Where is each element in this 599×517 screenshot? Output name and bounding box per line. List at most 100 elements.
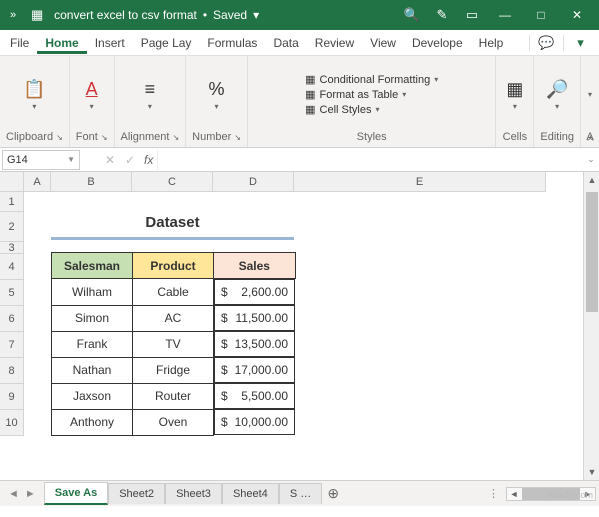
row-header[interactable]: 7 bbox=[0, 332, 24, 358]
dialog-launcher-icon[interactable]: ↘ bbox=[234, 133, 241, 142]
col-header-c[interactable]: C bbox=[132, 172, 213, 192]
row-header[interactable]: 4 bbox=[0, 254, 24, 280]
group-label-styles: Styles bbox=[357, 131, 387, 143]
group-label-cells: Cells bbox=[503, 131, 527, 143]
comments-button[interactable]: 💬 bbox=[529, 35, 563, 51]
close-button[interactable]: ✕ bbox=[559, 8, 595, 22]
select-all-corner[interactable] bbox=[0, 172, 24, 192]
menu-review[interactable]: Review bbox=[307, 32, 362, 54]
ribbon-more-icon[interactable]: ▾ bbox=[563, 35, 597, 51]
row-header[interactable]: 8 bbox=[0, 358, 24, 384]
scroll-down-icon[interactable]: ▼ bbox=[584, 464, 599, 480]
ribbon-group-alignment: ≡▾ Alignment↘ bbox=[115, 56, 187, 147]
row-header[interactable]: 2 bbox=[0, 212, 24, 242]
alignment-button[interactable]: ≡▾ bbox=[141, 77, 160, 113]
vertical-scrollbar[interactable]: ▲ ▼ bbox=[583, 172, 599, 480]
row-header[interactable]: 1 bbox=[0, 192, 24, 212]
col-header-b[interactable]: B bbox=[51, 172, 132, 192]
menu-page-layout[interactable]: Page Lay bbox=[133, 32, 200, 54]
table-row: AnthonyOven$10,000.00 bbox=[52, 409, 296, 435]
row-header[interactable]: 5 bbox=[0, 280, 24, 306]
table-row: JaxsonRouter$5,500.00 bbox=[52, 383, 296, 409]
ribbon-group-clipboard: 📋▾ Clipboard↘ bbox=[0, 56, 70, 147]
col-header-e[interactable]: E bbox=[294, 172, 546, 192]
dialog-launcher-icon[interactable]: ↘ bbox=[101, 133, 108, 142]
data-table: Salesman Product Sales WilhamCable$2,600… bbox=[51, 252, 296, 436]
menu-data[interactable]: Data bbox=[265, 32, 306, 54]
sheet-tab-overflow[interactable]: S … bbox=[279, 483, 322, 504]
table-row: NathanFridge$17,000.00 bbox=[52, 357, 296, 383]
enter-formula-icon[interactable]: ✓ bbox=[120, 153, 140, 167]
sheet-tab-sheet4[interactable]: Sheet4 bbox=[222, 483, 279, 504]
row-header[interactable]: 10 bbox=[0, 410, 24, 436]
formula-bar-row: G14▼ ✕ ✓ fx ⌄ bbox=[0, 148, 599, 172]
menu-home[interactable]: Home bbox=[37, 32, 86, 54]
menu-view[interactable]: View bbox=[362, 32, 404, 54]
new-sheet-button[interactable]: ⊕ bbox=[322, 485, 344, 502]
scroll-up-icon[interactable]: ▲ bbox=[584, 172, 599, 188]
table-row: SimonAC$11,500.00 bbox=[52, 305, 296, 331]
col-header-d[interactable]: D bbox=[213, 172, 294, 192]
fx-label[interactable]: fx bbox=[140, 153, 157, 167]
group-label-alignment: Alignment bbox=[121, 131, 170, 143]
ribbon-display-icon[interactable]: ▭ bbox=[457, 7, 487, 23]
menu-formulas[interactable]: Formulas bbox=[199, 32, 265, 54]
tab-nav-prev-icon[interactable]: ◄ bbox=[8, 488, 19, 500]
scrollbar-thumb[interactable] bbox=[586, 192, 598, 312]
dialog-launcher-icon[interactable]: ↘ bbox=[172, 133, 179, 142]
col-header-a[interactable]: A bbox=[24, 172, 51, 192]
excel-app-icon: ▦ bbox=[22, 7, 52, 23]
sheet-tab-save-as[interactable]: Save As bbox=[44, 482, 108, 505]
menu-help[interactable]: Help bbox=[471, 32, 512, 54]
cond-fmt-icon: ▦ bbox=[305, 73, 315, 86]
menu-developer[interactable]: Develope bbox=[404, 32, 471, 54]
tab-split-handle[interactable]: ⋮ bbox=[484, 487, 503, 500]
maximize-button[interactable]: □ bbox=[523, 8, 559, 22]
table-row: WilhamCable$2,600.00 bbox=[52, 279, 296, 306]
dataset-title: Dataset bbox=[51, 210, 294, 240]
save-status: Saved bbox=[211, 8, 249, 22]
cancel-formula-icon[interactable]: ✕ bbox=[100, 153, 120, 167]
number-button[interactable]: %▾ bbox=[205, 77, 229, 113]
cells-button[interactable]: ▦▾ bbox=[502, 77, 527, 113]
paste-button[interactable]: 📋▾ bbox=[19, 77, 49, 113]
editing-button[interactable]: 🔎▾ bbox=[542, 77, 572, 113]
menu-bar: File Home Insert Page Lay Formulas Data … bbox=[0, 30, 599, 56]
format-as-table-button[interactable]: ▦Format as Table▾ bbox=[305, 88, 438, 101]
align-icon: ≡ bbox=[145, 79, 156, 100]
cells-area[interactable]: Dataset Salesman Product Sales WilhamCab… bbox=[24, 192, 570, 436]
row-header[interactable]: 9 bbox=[0, 384, 24, 410]
cell-styles-icon: ▦ bbox=[305, 103, 315, 116]
quick-access-more-icon[interactable]: » bbox=[4, 9, 22, 21]
menu-file[interactable]: File bbox=[2, 32, 37, 54]
collapse-ribbon-icon[interactable]: ㅅ bbox=[586, 130, 595, 145]
row-header[interactable]: 3 bbox=[0, 242, 24, 254]
row-headers: 1 2 3 4 5 6 7 8 9 10 bbox=[0, 192, 24, 436]
pen-icon[interactable]: ✎ bbox=[427, 7, 457, 23]
group-label-clipboard: Clipboard bbox=[6, 131, 53, 143]
cell-styles-button[interactable]: ▦Cell Styles▾ bbox=[305, 103, 438, 116]
header-salesman: Salesman bbox=[52, 253, 133, 279]
chevron-down-icon[interactable]: ▼ bbox=[67, 155, 75, 164]
sheet-tab-sheet3[interactable]: Sheet3 bbox=[165, 483, 222, 504]
font-button[interactable]: A▾ bbox=[82, 77, 102, 113]
header-product: Product bbox=[133, 253, 214, 279]
scroll-left-icon[interactable]: ◄ bbox=[507, 489, 521, 499]
minimize-button[interactable]: — bbox=[487, 8, 523, 22]
title-dropdown-icon[interactable]: ▾ bbox=[249, 8, 263, 22]
row-header[interactable]: 6 bbox=[0, 306, 24, 332]
search-icon[interactable]: 🔍 bbox=[397, 7, 427, 23]
font-icon: A bbox=[86, 79, 98, 100]
menu-insert[interactable]: Insert bbox=[87, 32, 133, 54]
expand-formula-bar-icon[interactable]: ⌄ bbox=[583, 154, 599, 165]
worksheet-grid[interactable]: A B C D E 1 2 3 4 5 6 7 8 9 10 Dataset bbox=[0, 172, 599, 480]
conditional-formatting-button[interactable]: ▦Conditional Formatting▾ bbox=[305, 73, 438, 86]
formula-bar[interactable] bbox=[157, 150, 583, 170]
clipboard-icon: 📋 bbox=[23, 79, 45, 100]
dialog-launcher-icon[interactable]: ↘ bbox=[56, 133, 63, 142]
cells-icon: ▦ bbox=[506, 79, 523, 100]
tab-nav-next-icon[interactable]: ► bbox=[25, 488, 36, 500]
name-box[interactable]: G14▼ bbox=[2, 150, 80, 170]
table-header-row: Salesman Product Sales bbox=[52, 253, 296, 279]
sheet-tab-sheet2[interactable]: Sheet2 bbox=[108, 483, 165, 504]
